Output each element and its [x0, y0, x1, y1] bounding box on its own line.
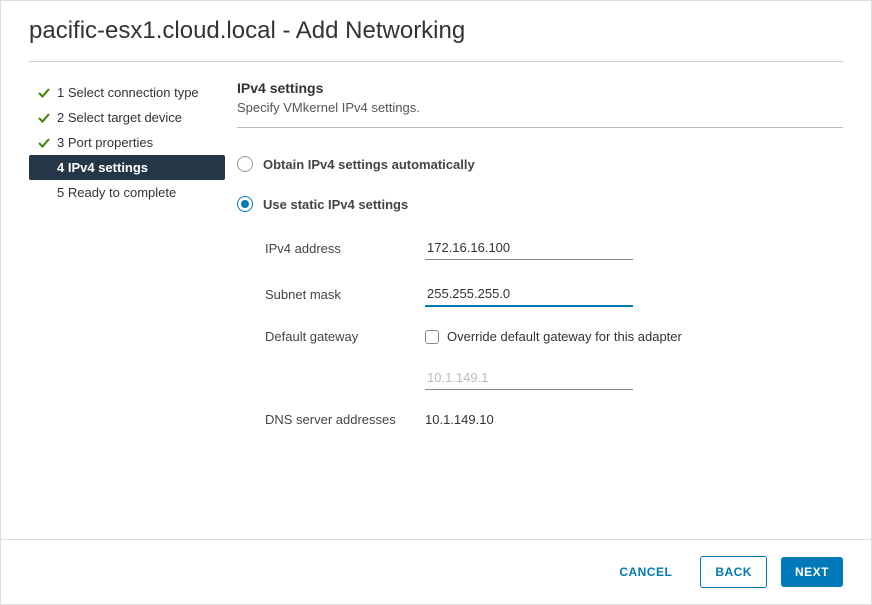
dialog-title: pacific-esx1.cloud.local - Add Networkin… [29, 17, 843, 45]
gateway-override[interactable]: Override default gateway for this adapte… [425, 329, 682, 344]
dns-label: DNS server addresses [265, 412, 425, 427]
nav-step-label: 1 Select connection type [57, 85, 199, 100]
radio-label: Use static IPv4 settings [263, 197, 408, 212]
nav-step-1[interactable]: 1 Select connection type [29, 80, 225, 105]
dialog-body: 1 Select connection type 2 Select target… [1, 62, 871, 539]
ipv4-form: IPv4 address Subnet mask Default gateway… [237, 236, 843, 427]
field-gateway-value [265, 366, 843, 390]
gateway-override-label: Override default gateway for this adapte… [447, 329, 682, 344]
field-dns: DNS server addresses 10.1.149.10 [265, 412, 843, 427]
nav-step-5[interactable]: 5 Ready to complete [29, 180, 225, 205]
gateway-label: Default gateway [265, 329, 425, 344]
dialog-footer: CANCEL BACK NEXT [1, 539, 871, 604]
wizard-nav: 1 Select connection type 2 Select target… [29, 80, 225, 539]
ipv4-label: IPv4 address [265, 241, 425, 256]
nav-step-label: 3 Port properties [57, 135, 153, 150]
content-rule [237, 127, 843, 128]
nav-step-label: 4 IPv4 settings [57, 160, 148, 175]
content-title: IPv4 settings [237, 80, 843, 96]
nav-step-label: 5 Ready to complete [57, 185, 176, 200]
check-icon [37, 86, 51, 100]
nav-step-4[interactable]: 4 IPv4 settings [29, 155, 225, 180]
nav-step-2[interactable]: 2 Select target device [29, 105, 225, 130]
ipv4-input[interactable] [425, 236, 633, 260]
gateway-input [425, 366, 633, 390]
cancel-button[interactable]: CANCEL [605, 557, 686, 587]
radio-auto[interactable]: Obtain IPv4 settings automatically [237, 156, 843, 172]
nav-step-label: 2 Select target device [57, 110, 182, 125]
check-icon [37, 111, 51, 125]
check-icon [37, 136, 51, 150]
next-button[interactable]: NEXT [781, 557, 843, 587]
back-button[interactable]: BACK [700, 556, 767, 588]
dialog-header: pacific-esx1.cloud.local - Add Networkin… [1, 1, 871, 55]
wizard-content: IPv4 settings Specify VMkernel IPv4 sett… [237, 80, 843, 539]
radio-icon [237, 196, 253, 212]
content-subtitle: Specify VMkernel IPv4 settings. [237, 100, 843, 115]
subnet-input[interactable] [425, 282, 633, 307]
field-ipv4: IPv4 address [265, 236, 843, 260]
field-gateway: Default gateway Override default gateway… [265, 329, 843, 344]
radio-icon [237, 156, 253, 172]
nav-step-3[interactable]: 3 Port properties [29, 130, 225, 155]
radio-static[interactable]: Use static IPv4 settings [237, 196, 843, 212]
checkbox-icon [425, 330, 439, 344]
field-subnet: Subnet mask [265, 282, 843, 307]
dns-value: 10.1.149.10 [425, 412, 494, 427]
radio-label: Obtain IPv4 settings automatically [263, 157, 475, 172]
subnet-label: Subnet mask [265, 287, 425, 302]
